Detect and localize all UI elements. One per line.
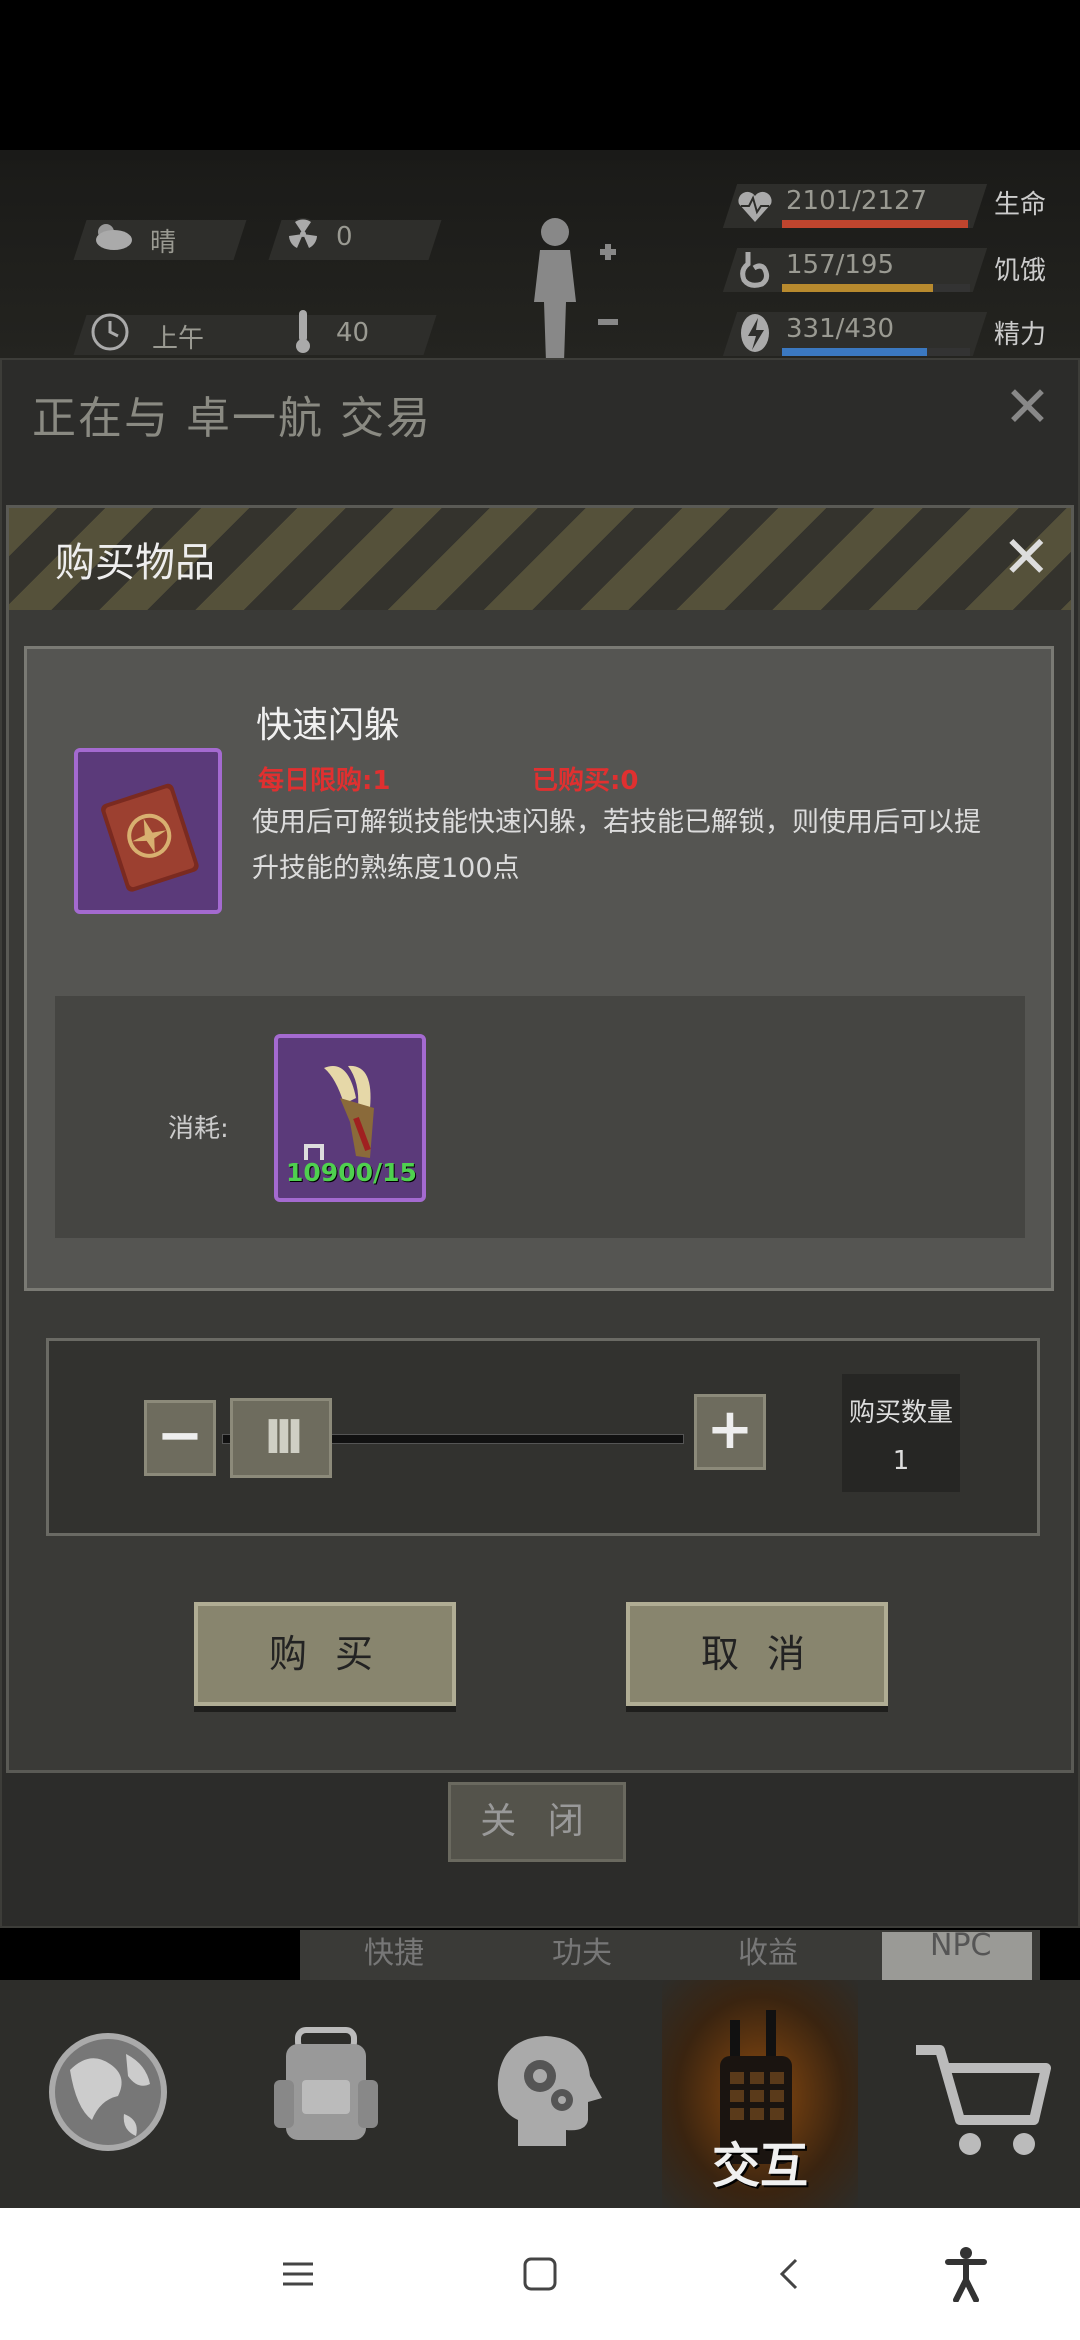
item-slot [74, 748, 222, 914]
quantity-slider-thumb[interactable]: III [230, 1398, 332, 1478]
quantity-label: 购买数量 [848, 1398, 953, 1428]
thermometer-icon [296, 310, 310, 353]
decrease-button[interactable]: − [144, 1400, 216, 1476]
home-icon[interactable] [522, 2256, 558, 2292]
cancel-button[interactable]: 取 消 [626, 1602, 888, 1706]
weather-text: 晴 [150, 228, 177, 258]
stomach-icon [740, 252, 770, 288]
tab-income[interactable]: 收益 [738, 1928, 798, 1972]
bought-count: 已购买:0 [532, 766, 639, 796]
globe-icon [49, 2033, 167, 2151]
cost-count: 10900/15 [286, 1158, 417, 1187]
menu-icon[interactable] [280, 2256, 316, 2292]
backpack-icon [274, 2027, 378, 2140]
temperature-value: 40 [336, 318, 370, 348]
clock-icon [91, 313, 129, 351]
nav-skills[interactable] [436, 1980, 652, 2210]
hunger-label: 饥饿 [994, 256, 1047, 286]
buy-close-icon[interactable]: ✕ [1002, 528, 1051, 586]
nav-interact-label: 交互 [711, 2138, 808, 2194]
hunger-bar [782, 284, 933, 292]
body-status-icon[interactable] [520, 212, 630, 362]
energy-label: 精力 [994, 320, 1047, 350]
radiation-value: 0 [336, 222, 353, 252]
buy-button[interactable]: 购 买 [194, 1602, 456, 1706]
trade-close-button[interactable]: 关 闭 [448, 1782, 626, 1862]
increase-button[interactable]: + [694, 1394, 766, 1470]
health-label: 生命 [994, 190, 1047, 220]
lightning-icon [741, 314, 769, 352]
nav-backpack[interactable] [218, 1980, 434, 2210]
time-of-day: 上午 [152, 324, 205, 354]
cart-icon [916, 2045, 1051, 2155]
brain-icon [497, 2036, 602, 2146]
skill-book-icon [101, 783, 199, 892]
tab-npc-label: NPC [930, 1928, 992, 1963]
energy-bar [782, 348, 927, 356]
tab-shortcut[interactable]: 快捷 [364, 1928, 424, 1972]
item-name: 快速闪躲 [256, 705, 401, 746]
health-value: 2101/2127 [786, 186, 928, 216]
trade-title: 正在与 卓一航 交易 [32, 393, 432, 444]
nav-world[interactable] [0, 1980, 216, 2210]
energy-value: 331/430 [786, 314, 895, 344]
heart-icon [738, 191, 772, 222]
quantity-value: 1 [892, 1446, 910, 1476]
nav-shop[interactable] [864, 1980, 1080, 2210]
back-icon[interactable] [774, 2256, 804, 2292]
buy-dialog-title: 购买物品 [55, 540, 215, 586]
item-description: 使用后可解锁技能快速闪躲，若技能已解锁，则使用后可以提升技能的熟练度100点 [252, 807, 981, 884]
trade-close-icon[interactable]: ✕ [1004, 380, 1051, 436]
health-bar [782, 220, 968, 228]
tab-kungfu[interactable]: 功夫 [552, 1928, 612, 1972]
weather-icon [96, 224, 132, 250]
hunger-value: 157/195 [786, 250, 895, 280]
radiation-icon [287, 218, 319, 250]
cost-label: 消耗: [168, 1114, 229, 1144]
daily-limit: 每日限购:1 [258, 766, 391, 796]
accessibility-icon[interactable] [944, 2246, 988, 2302]
